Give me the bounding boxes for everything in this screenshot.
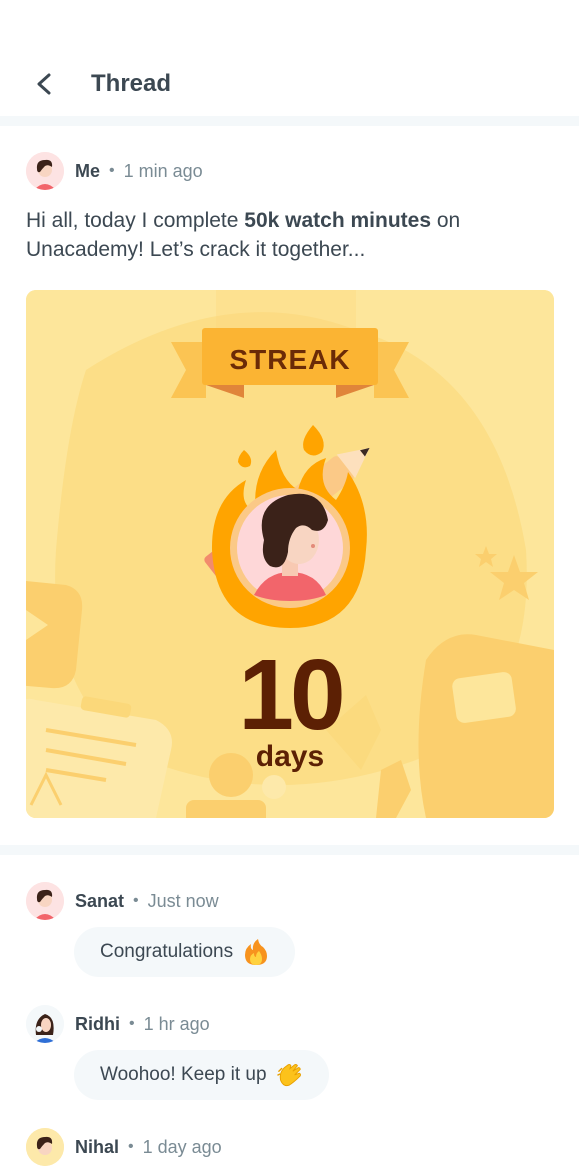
separator-dot: • xyxy=(129,1015,135,1032)
separator-dot: • xyxy=(109,162,115,179)
comment-timestamp: Just now xyxy=(147,890,219,911)
fire-emoji-icon xyxy=(245,939,268,965)
comment-timestamp: 1 hr ago xyxy=(143,1013,210,1034)
divider xyxy=(0,845,579,855)
comment-item: Nihal • 1 day ago xyxy=(26,1127,222,1167)
clapping-hands-emoji-icon xyxy=(276,1064,301,1087)
comment-author[interactable]: Sanat xyxy=(75,891,124,912)
comment-timestamp: 1 day ago xyxy=(142,1136,222,1157)
comment-author[interactable]: Nihal xyxy=(75,1137,119,1158)
post-timestamp: 1 min ago xyxy=(123,160,203,181)
comment-bubble[interactable]: Congratulations xyxy=(74,927,296,977)
post-text-start: Hi all, today I complete xyxy=(26,209,245,232)
avatar-illustration-icon xyxy=(26,1005,64,1043)
comment-text: Woohoo! Keep it up xyxy=(100,1064,267,1085)
divider xyxy=(0,116,579,126)
streak-unit: days xyxy=(255,740,325,773)
streak-card[interactable]: STREAK 10 days xyxy=(26,290,554,818)
avatar[interactable] xyxy=(26,1005,64,1043)
back-button[interactable] xyxy=(30,66,60,102)
page-title: Thread xyxy=(91,70,172,97)
post-text: Hi all, today I complete 50k watch minut… xyxy=(26,206,556,264)
avatar-illustration-icon xyxy=(26,1128,64,1166)
separator-dot: • xyxy=(133,892,139,909)
avatar[interactable] xyxy=(26,152,64,190)
chevron-left-icon xyxy=(37,73,51,95)
comment-bubble[interactable]: Woohoo! Keep it up xyxy=(74,1050,329,1100)
comment-item: Ridhi • 1 hr ago Woohoo! Keep it up xyxy=(26,1004,329,1100)
streak-badge-label: STREAK xyxy=(229,344,351,375)
avatar[interactable] xyxy=(26,1128,64,1166)
comment-text: Congratulations xyxy=(100,941,234,962)
comment-author[interactable]: Ridhi xyxy=(75,1014,120,1035)
comment-item: Sanat • Just now Congratulations xyxy=(26,881,296,977)
avatar[interactable] xyxy=(26,882,64,920)
post-author-name[interactable]: Me xyxy=(75,161,100,182)
post-author-row: Me • 1 min ago xyxy=(26,151,203,191)
avatar-illustration-icon xyxy=(26,882,64,920)
top-bar: Thread xyxy=(0,0,579,118)
post-text-highlight: 50k watch minutes xyxy=(244,209,431,232)
streak-count: 10 xyxy=(238,639,345,751)
separator-dot: • xyxy=(128,1138,134,1155)
avatar-illustration-icon xyxy=(26,152,64,190)
